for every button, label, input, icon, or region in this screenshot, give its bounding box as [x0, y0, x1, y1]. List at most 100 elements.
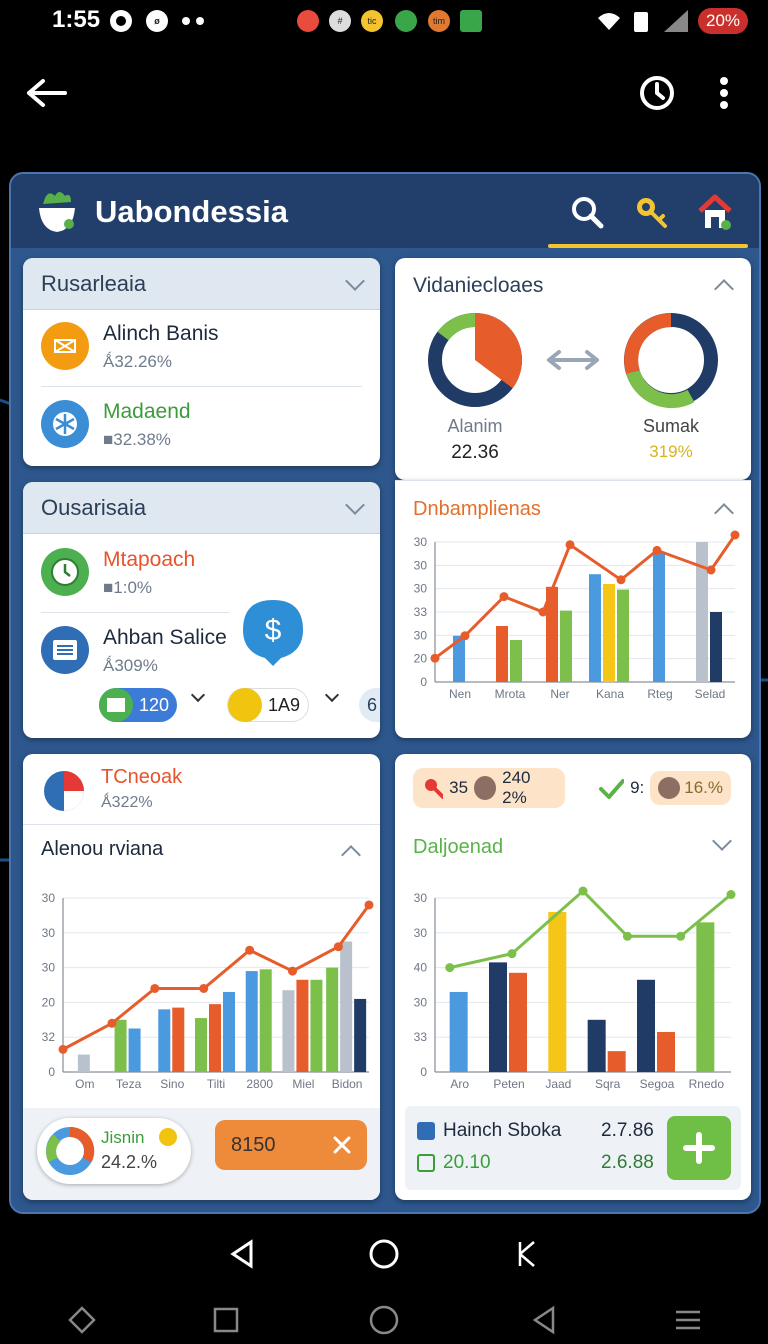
- chevron-up-icon[interactable]: [714, 503, 734, 523]
- x-tick-label: Peten: [493, 1077, 524, 1091]
- list-item[interactable]: Ahban Salice Ǻ309%: [23, 614, 380, 690]
- donut-pill-value: 24.2.%: [101, 1152, 158, 1172]
- footer-label: Hainch Sboka: [443, 1120, 562, 1141]
- accounts-card-title: Rusarleaia: [41, 270, 147, 296]
- home-button-2[interactable]: [364, 1300, 404, 1340]
- pill-value: 1A9: [268, 694, 301, 715]
- x-tick-label: Jaad: [545, 1077, 571, 1091]
- bar: [710, 612, 722, 682]
- x-tick-label: Ner: [550, 687, 569, 701]
- back-button-2[interactable]: [524, 1300, 564, 1340]
- k-shape-icon: [518, 1241, 535, 1267]
- status-bar: 1:55 ø # tic tim 20%: [0, 0, 768, 44]
- chevron-down-icon: [345, 270, 365, 291]
- x-tick-label: Miel: [292, 1077, 314, 1091]
- list-icon: [41, 626, 89, 674]
- x-tick-label: Teza: [116, 1077, 142, 1091]
- back-arrow-icon: [27, 79, 67, 107]
- nav-back-button[interactable]: [222, 1234, 262, 1274]
- chevron-down-icon[interactable]: [190, 687, 206, 703]
- series-point: [726, 890, 736, 900]
- app-badge-icon: [297, 10, 319, 32]
- amount-pill[interactable]: 6: [359, 688, 380, 722]
- list-item[interactable]: Mtapoach ■1:0%: [23, 536, 380, 612]
- compare-arrows-icon: [547, 350, 599, 370]
- item-name: Ahban Salice: [103, 626, 227, 649]
- series-point: [107, 1018, 117, 1028]
- divider: [41, 386, 362, 387]
- accounts-card[interactable]: Rusarleaia Alinch Banis Ǻ32.26% Madaend …: [23, 258, 380, 466]
- chevron-up-icon[interactable]: [714, 279, 734, 299]
- bar: [617, 589, 629, 682]
- list-item[interactable]: Alinch Banis Ǻ32.26%: [23, 310, 380, 386]
- key-button[interactable]: [631, 192, 671, 232]
- x-tick-label: Nen: [449, 687, 471, 701]
- amount-pill[interactable]: 1A9: [227, 688, 309, 722]
- hashtag-icon: #: [329, 10, 351, 32]
- bar: [496, 626, 508, 682]
- item-sub: Ǻ32.26%: [103, 352, 172, 371]
- bar: [653, 551, 665, 682]
- comparison-card[interactable]: Vidaniecloaes Alanim 22.36 Sumak 319%: [395, 258, 751, 480]
- chevron-down-icon: [345, 494, 365, 515]
- accounts-card-header[interactable]: Rusarleaia: [23, 258, 380, 310]
- x-tick-label: Tilti: [207, 1077, 225, 1091]
- chevron-down-icon[interactable]: [324, 687, 340, 703]
- stat-badge[interactable]: 35 240 2%: [413, 768, 565, 808]
- nav-recent-button[interactable]: [506, 1234, 546, 1274]
- bar-line-chart: 30 30 40 30 33 0 Aro Peten Jaad Sqra Segoa Rnedo: [414, 886, 736, 1091]
- chevron-up-icon[interactable]: [341, 845, 361, 865]
- dot-icon: [182, 17, 190, 25]
- search-button[interactable]: [567, 192, 607, 232]
- bar: [223, 991, 235, 1072]
- y-tick-label: 20: [42, 995, 56, 1009]
- history-button[interactable]: [632, 68, 682, 118]
- expenses-card[interactable]: Ousarisaia Mtapoach ■1:0% Ahban Salice Ǻ…: [23, 482, 380, 738]
- donut-pill[interactable]: Jisnin 24.2.%: [37, 1118, 191, 1184]
- list-item[interactable]: Madaend ■32.38%: [23, 388, 380, 464]
- bar-chart-card[interactable]: Dnbamplienas 30 30 30 33 30 20 0 Nen Mrota Ner Kan…: [395, 480, 751, 738]
- app-badge-tim: tim: [428, 10, 450, 32]
- dollar-badge-icon: $: [243, 600, 303, 666]
- bar: [696, 922, 715, 1072]
- battery-indicator: 20%: [698, 8, 748, 34]
- money-icon: [460, 10, 482, 32]
- plus-icon: [683, 1132, 715, 1164]
- x-tick-label: Rteg: [647, 687, 672, 701]
- overflow-menu-button[interactable]: [704, 68, 744, 118]
- x-tick-label: Om: [75, 1077, 94, 1091]
- menu-button[interactable]: [668, 1300, 708, 1340]
- summary-card[interactable]: TCneoak Ǻ322% Alenou rviana 30 30 30 20 32 0 O…: [23, 754, 380, 1200]
- expenses-card-header[interactable]: Ousarisaia: [23, 482, 380, 534]
- action-button[interactable]: 8150: [215, 1120, 367, 1170]
- item-name: Mtapoach: [103, 548, 196, 571]
- home-button[interactable]: [695, 192, 735, 232]
- series-point: [616, 575, 626, 585]
- back-triangle-icon: [532, 1305, 555, 1335]
- nav-home-button[interactable]: [364, 1234, 404, 1274]
- bar: [282, 990, 295, 1072]
- daily-card[interactable]: 35 240 2% 9: 16.% Daljoenad 30 30 40 30 33 0 A…: [395, 754, 751, 1200]
- series-point: [538, 607, 548, 617]
- y-tick-label: 30: [42, 961, 56, 975]
- x-tick-label: Selad: [695, 687, 726, 701]
- series-point: [652, 545, 662, 555]
- chevron-down-icon[interactable]: [712, 831, 732, 851]
- snowflake-icon: [41, 400, 89, 448]
- overview-button[interactable]: [206, 1300, 246, 1340]
- rotate-button[interactable]: [62, 1300, 102, 1340]
- app-logo-icon: [39, 192, 75, 232]
- bar: [509, 972, 527, 1072]
- dashboard-frame: Uabondessia Rusarleaia Alinch Banis Ǻ32.…: [9, 172, 761, 1214]
- bar: [603, 584, 615, 682]
- y-tick-label: 30: [414, 535, 428, 549]
- bar-line-chart: 30 30 30 20 32 0 Om Teza Sino Tilti 2800 Miel Bidon: [42, 891, 374, 1091]
- stat-badge[interactable]: 9: 16.%: [593, 768, 737, 808]
- back-button[interactable]: [20, 66, 74, 120]
- add-button[interactable]: [667, 1116, 731, 1180]
- expenses-card-title: Ousarisaia: [41, 494, 147, 520]
- bar: [128, 1028, 141, 1072]
- amount-pill[interactable]: 120: [99, 688, 177, 722]
- bar: [587, 1019, 606, 1072]
- back-triangle-icon: [230, 1239, 253, 1269]
